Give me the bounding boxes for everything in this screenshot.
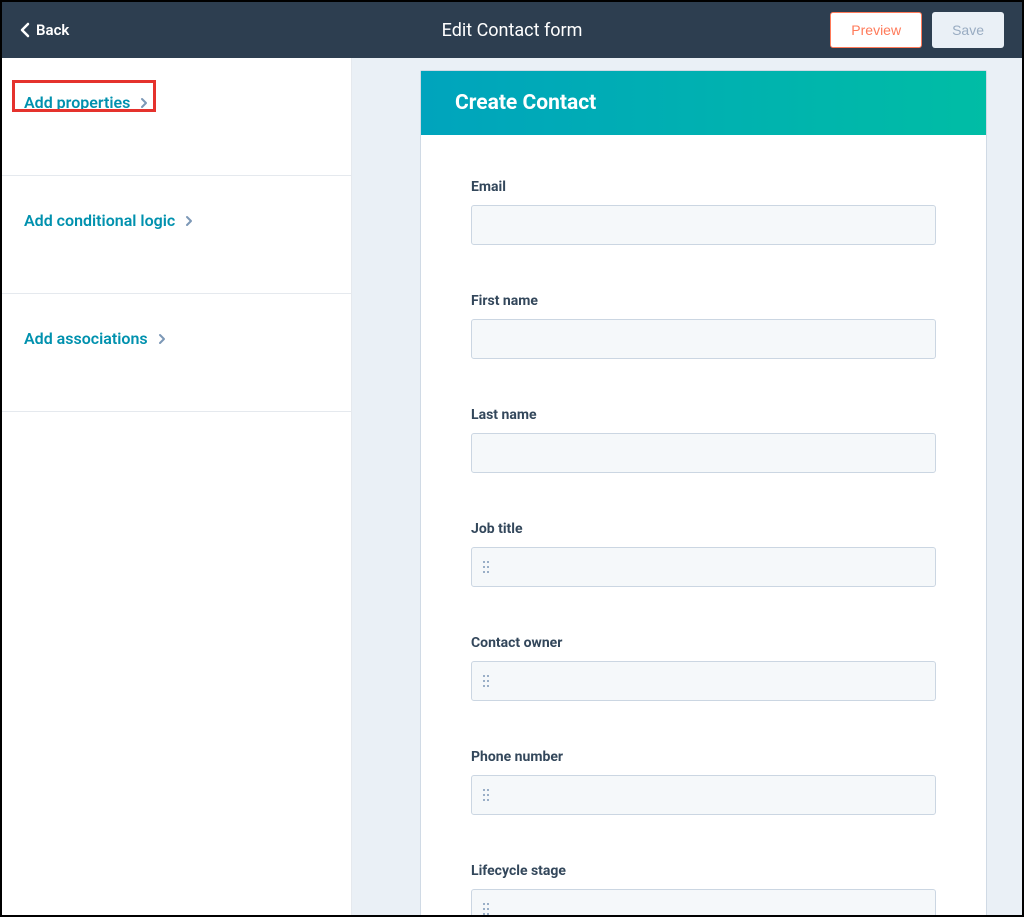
top-buttons: Preview Save <box>830 12 1004 48</box>
field-label: First name <box>471 293 936 309</box>
field-input[interactable] <box>471 433 936 473</box>
form-field: Job title <box>471 521 936 587</box>
sidebar-item-add-conditional-logic[interactable]: Add conditional logic <box>2 176 351 294</box>
form-field: Lifecycle stage <box>471 863 936 915</box>
chevron-left-icon <box>20 22 30 38</box>
sidebar: Add properties Add conditional logic Add… <box>2 58 352 915</box>
field-input[interactable] <box>471 661 936 701</box>
sidebar-item-label: Add conditional logic <box>24 211 175 230</box>
field-label: Contact owner <box>471 635 936 651</box>
preview-button[interactable]: Preview <box>830 12 922 48</box>
form-field: First name <box>471 293 936 359</box>
chevron-right-icon <box>140 97 148 109</box>
form-field: Contact owner <box>471 635 936 701</box>
field-label: Email <box>471 179 936 195</box>
field-input[interactable] <box>471 775 936 815</box>
field-input[interactable] <box>471 547 936 587</box>
drag-handle-icon[interactable] <box>482 674 490 688</box>
drag-handle-icon[interactable] <box>482 902 490 915</box>
form-field: Last name <box>471 407 936 473</box>
field-label: Lifecycle stage <box>471 863 936 879</box>
form-field: Email <box>471 179 936 245</box>
back-label: Back <box>36 21 69 39</box>
page-title: Edit Contact form <box>442 20 583 41</box>
back-button[interactable]: Back <box>20 21 69 39</box>
content-area[interactable]: Create Contact Email First name Last name J… <box>352 58 1022 915</box>
form-field: Phone number <box>471 749 936 815</box>
chevron-right-icon <box>158 333 166 345</box>
field-input[interactable] <box>471 205 936 245</box>
sidebar-item-label: Add associations <box>24 329 148 348</box>
form-card: Create Contact Email First name Last name J… <box>420 70 987 915</box>
field-label: Job title <box>471 521 936 537</box>
form-title: Create Contact <box>421 71 986 135</box>
sidebar-item-label: Add properties <box>24 93 130 112</box>
sidebar-item-add-associations[interactable]: Add associations <box>2 294 351 412</box>
save-button[interactable]: Save <box>932 12 1004 48</box>
chevron-right-icon <box>185 215 193 227</box>
top-bar: Back Edit Contact form Preview Save <box>2 2 1022 58</box>
field-input[interactable] <box>471 319 936 359</box>
main-area: Add properties Add conditional logic Add… <box>2 58 1022 915</box>
drag-handle-icon[interactable] <box>482 560 490 574</box>
field-input[interactable] <box>471 889 936 915</box>
drag-handle-icon[interactable] <box>482 788 490 802</box>
form-body: Email First name Last name Job title Contact… <box>421 135 986 915</box>
field-label: Last name <box>471 407 936 423</box>
sidebar-item-add-properties[interactable]: Add properties <box>2 58 351 176</box>
field-label: Phone number <box>471 749 936 765</box>
